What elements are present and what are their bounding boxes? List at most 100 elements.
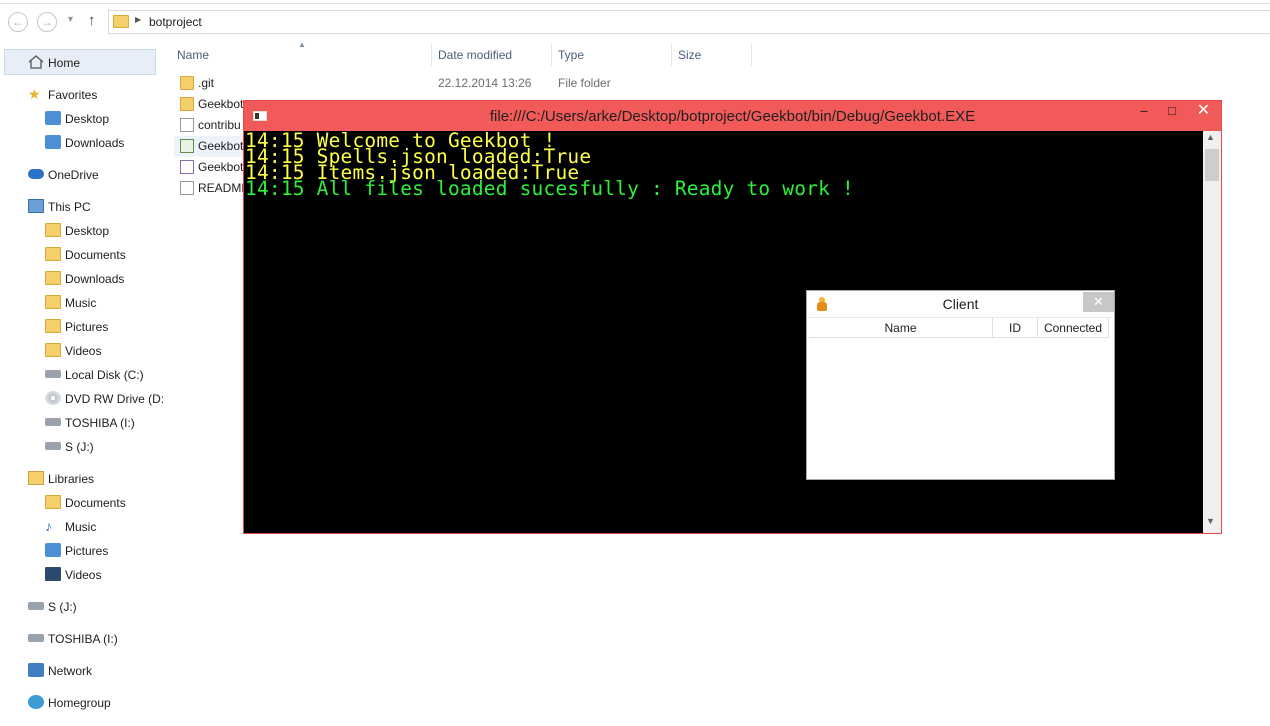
sidebar-label: Downloads (65, 136, 125, 150)
network-icon (28, 663, 44, 677)
downloads-icon (45, 135, 61, 149)
dvd-drive-icon (45, 391, 61, 405)
console-line: 14:15 All files loaded sucesfully : Read… (245, 177, 854, 200)
videos-folder-icon (45, 343, 61, 357)
pictures-library-icon (45, 543, 61, 557)
computer-icon (28, 199, 44, 213)
minimize-button[interactable]: – (1130, 101, 1158, 123)
home-icon (28, 55, 44, 69)
recent-locations-chevron-icon[interactable]: ▼ (66, 14, 75, 24)
sidebar-label: Music (65, 520, 97, 534)
vertical-scrollbar[interactable]: ▲ ▼ (1203, 131, 1221, 533)
sidebar-label: S (J:) (48, 600, 77, 614)
console-title: file:///C:/Users/arke/Desktop/botproject… (489, 108, 976, 125)
back-button[interactable]: ← (8, 12, 28, 32)
sidebar-label: This PC (48, 200, 91, 214)
column-header-type[interactable]: Type (558, 48, 584, 70)
cloud-icon (28, 169, 44, 179)
explorer-toolbar: ← → ▼ ↑ ▶ botproject (0, 0, 1270, 44)
music-note-icon: ♪ (45, 518, 52, 534)
client-list[interactable]: Name ID Connected (809, 317, 1112, 479)
sidebar-label: TOSHIBA (I:) (65, 416, 135, 430)
file-name: Geekbot (198, 160, 244, 174)
sidebar-label: S (J:) (65, 440, 94, 454)
scrollbar-thumb[interactable] (1205, 149, 1219, 181)
file-name: .git (198, 76, 215, 90)
column-divider[interactable] (431, 44, 432, 66)
pictures-folder-icon (45, 319, 61, 333)
sidebar-label: Local Disk (C:) (65, 368, 144, 382)
folder-icon (45, 247, 61, 261)
chevron-right-icon[interactable]: ▶ (135, 15, 141, 24)
star-icon: ★ (28, 86, 41, 102)
sidebar-label: Home (48, 56, 81, 70)
sort-ascending-icon: ▲ (298, 40, 306, 49)
address-bar[interactable]: ▶ botproject (108, 10, 1270, 34)
column-header-id[interactable]: ID (993, 318, 1038, 338)
client-title-bar[interactable]: Client ✕ (807, 291, 1114, 317)
folder-icon (180, 76, 194, 90)
folder-icon (45, 271, 61, 285)
homegroup-icon (28, 695, 44, 709)
usb-drive-icon (45, 418, 61, 426)
usb-drive-icon (45, 442, 61, 450)
sidebar-label: Documents (65, 248, 126, 262)
close-button[interactable]: ✕ (1186, 101, 1221, 123)
file-row[interactable]: .git 22.12.2014 13:26 File folder (174, 73, 774, 94)
solution-file-icon (180, 139, 194, 153)
sidebar-label: DVD RW Drive (D: (65, 392, 165, 406)
usb-drive-icon (28, 602, 44, 610)
sidebar-label: OneDrive (48, 168, 99, 182)
column-header-date-modified[interactable]: Date modified (438, 48, 512, 70)
navigation-pane: Home ★ Favorites Desktop Downloads OneDr… (0, 44, 164, 726)
sidebar-label: Desktop (65, 224, 110, 238)
folder-icon (45, 223, 61, 237)
file-name: Geekbot (198, 97, 244, 111)
sidebar-label: Favorites (48, 88, 98, 102)
usb-drive-icon (28, 634, 44, 642)
ribbon-edge (0, 0, 1270, 4)
sidebar-label: Downloads (65, 272, 125, 286)
console-title-bar[interactable]: file:///C:/Users/arke/Desktop/botproject… (244, 101, 1221, 131)
column-header-name[interactable]: Name (809, 318, 993, 338)
project-file-icon (180, 160, 194, 174)
forward-button[interactable]: → (37, 12, 57, 32)
scroll-down-icon[interactable]: ▼ (1206, 516, 1215, 526)
hard-drive-icon (45, 370, 61, 378)
sidebar-label: Network (48, 664, 93, 678)
column-divider[interactable] (671, 44, 672, 66)
sidebar-label: Desktop (65, 112, 110, 126)
client-window[interactable]: Client ✕ Name ID Connected (806, 290, 1115, 480)
folder-icon (113, 15, 129, 28)
sidebar-label: Videos (65, 344, 102, 358)
sidebar-label: Libraries (48, 472, 95, 486)
sidebar-label: Pictures (65, 320, 109, 334)
file-name: Geekbot (198, 139, 244, 153)
column-header-name[interactable]: Name (177, 48, 209, 70)
column-header-connected[interactable]: Connected (1038, 318, 1109, 338)
sidebar-label: Documents (65, 496, 126, 510)
file-name: contribu (198, 118, 241, 132)
scroll-up-icon[interactable]: ▲ (1206, 132, 1215, 142)
libraries-icon (28, 471, 44, 485)
breadcrumb[interactable]: botproject (149, 15, 202, 29)
maximize-button[interactable]: □ (1158, 101, 1186, 123)
music-folder-icon (45, 295, 61, 309)
column-header-size[interactable]: Size (678, 48, 701, 70)
sidebar-label: Homegroup (48, 696, 111, 710)
file-name: README (198, 181, 250, 195)
column-divider[interactable] (551, 44, 552, 66)
documents-library-icon (45, 495, 61, 509)
videos-library-icon (45, 567, 61, 581)
file-icon (180, 181, 194, 195)
file-type: File folder (558, 76, 611, 90)
sidebar-label: Pictures (65, 544, 109, 558)
up-arrow-icon[interactable]: ↑ (88, 12, 96, 29)
sidebar-label: Music (65, 296, 97, 310)
desktop-icon (45, 111, 61, 125)
folder-icon (180, 97, 194, 111)
close-button[interactable]: ✕ (1083, 292, 1114, 312)
file-date: 22.12.2014 13:26 (438, 76, 532, 90)
sidebar-label: TOSHIBA (I:) (48, 632, 118, 646)
column-divider[interactable] (751, 44, 752, 66)
